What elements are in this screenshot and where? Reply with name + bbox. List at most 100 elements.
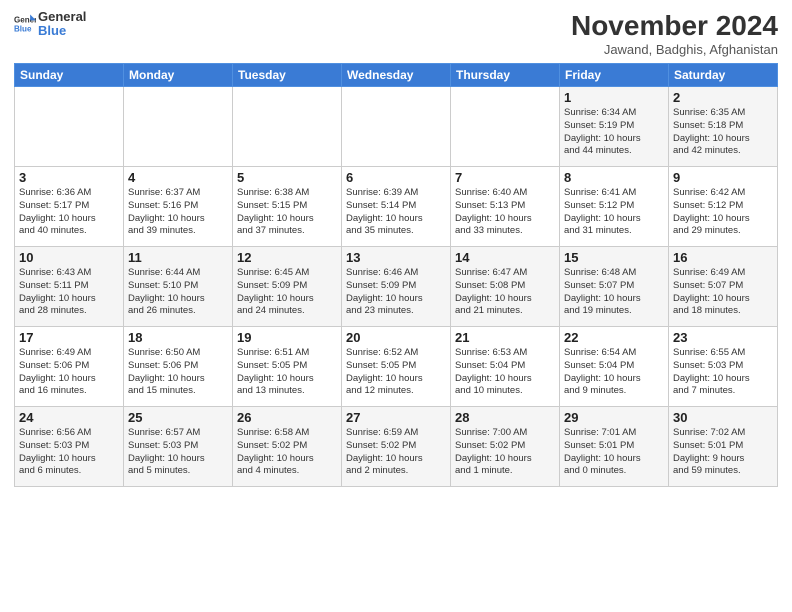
day-number: 9 <box>673 170 773 185</box>
day-number: 21 <box>455 330 555 345</box>
day-info: Sunrise: 6:57 AMSunset: 5:03 PMDaylight:… <box>128 427 228 478</box>
day-number: 5 <box>237 170 337 185</box>
day-number: 20 <box>346 330 446 345</box>
day-info: Sunrise: 6:36 AMSunset: 5:17 PMDaylight:… <box>19 187 119 238</box>
calendar-cell <box>451 87 560 167</box>
day-info: Sunrise: 7:01 AMSunset: 5:01 PMDaylight:… <box>564 427 664 478</box>
day-number: 28 <box>455 410 555 425</box>
calendar-cell: 18 Sunrise: 6:50 AMSunset: 5:06 PMDayligh… <box>124 327 233 407</box>
calendar-container: General Blue General Blue November 2024 … <box>0 0 792 495</box>
calendar-cell: 14Sunrise: 6:47 AMSunset: 5:08 PMDayligh… <box>451 247 560 327</box>
day-info: Sunrise: 6:54 AMSunset: 5:04 PMDaylight:… <box>564 347 664 398</box>
calendar-cell: 23 Sunrise: 6:55 AMSunset: 5:03 PMDayligh… <box>669 327 778 407</box>
col-wednesday: Wednesday <box>342 64 451 87</box>
calendar-cell: 1Sunrise: 6:34 AMSunset: 5:19 PMDaylight… <box>560 87 669 167</box>
day-info: Sunrise: 7:00 AMSunset: 5:02 PMDaylight:… <box>455 427 555 478</box>
calendar-cell <box>124 87 233 167</box>
calendar-cell: 22 Sunrise: 6:54 AMSunset: 5:04 PMDayligh… <box>560 327 669 407</box>
day-info: Sunrise: 6:45 AMSunset: 5:09 PMDaylight:… <box>237 267 337 318</box>
calendar-cell: 3 Sunrise: 6:36 AMSunset: 5:17 PMDaylight… <box>15 167 124 247</box>
day-number: 23 <box>673 330 773 345</box>
day-info: Sunrise: 6:53 AMSunset: 5:04 PMDaylight:… <box>455 347 555 398</box>
calendar-cell: 10 Sunrise: 6:43 AMSunset: 5:11 PMDayligh… <box>15 247 124 327</box>
day-number: 11 <box>128 250 228 265</box>
calendar-cell: 19 Sunrise: 6:51 AMSunset: 5:05 PMDayligh… <box>233 327 342 407</box>
day-info: Sunrise: 6:42 AMSunset: 5:12 PMDaylight:… <box>673 187 773 238</box>
day-number: 2 <box>673 90 773 105</box>
day-info: Sunrise: 6:59 AMSunset: 5:02 PMDaylight:… <box>346 427 446 478</box>
col-monday: Monday <box>124 64 233 87</box>
day-info: Sunrise: 6:38 AMSunset: 5:15 PMDaylight:… <box>237 187 337 238</box>
col-tuesday: Tuesday <box>233 64 342 87</box>
calendar-cell: 13 Sunrise: 6:46 AMSunset: 5:09 PMDayligh… <box>342 247 451 327</box>
day-number: 25 <box>128 410 228 425</box>
day-number: 15 <box>564 250 664 265</box>
day-info: Sunrise: 6:49 AMSunset: 5:07 PMDaylight:… <box>673 267 773 318</box>
logo-icon: General Blue <box>14 13 36 35</box>
calendar-cell: 29 Sunrise: 7:01 AMSunset: 5:01 PMDayligh… <box>560 407 669 487</box>
calendar-cell: 7 Sunrise: 6:40 AMSunset: 5:13 PMDaylight… <box>451 167 560 247</box>
day-number: 30 <box>673 410 773 425</box>
calendar-cell: 15Sunrise: 6:48 AMSunset: 5:07 PMDayligh… <box>560 247 669 327</box>
calendar-cell <box>233 87 342 167</box>
day-number: 12 <box>237 250 337 265</box>
calendar-cell: 5 Sunrise: 6:38 AMSunset: 5:15 PMDaylight… <box>233 167 342 247</box>
day-number: 16 <box>673 250 773 265</box>
logo-general-text: General <box>38 10 86 24</box>
calendar-cell: 16 Sunrise: 6:49 AMSunset: 5:07 PMDayligh… <box>669 247 778 327</box>
day-info: Sunrise: 6:41 AMSunset: 5:12 PMDaylight:… <box>564 187 664 238</box>
calendar-cell: 24Sunrise: 6:56 AMSunset: 5:03 PMDayligh… <box>15 407 124 487</box>
calendar-week-4: 17Sunrise: 6:49 AMSunset: 5:06 PMDayligh… <box>15 327 778 407</box>
location-subtitle: Jawand, Badghis, Afghanistan <box>571 42 778 57</box>
calendar-week-3: 10 Sunrise: 6:43 AMSunset: 5:11 PMDayligh… <box>15 247 778 327</box>
day-number: 8 <box>564 170 664 185</box>
day-info: Sunrise: 6:55 AMSunset: 5:03 PMDaylight:… <box>673 347 773 398</box>
col-friday: Friday <box>560 64 669 87</box>
day-number: 7 <box>455 170 555 185</box>
day-info: Sunrise: 6:50 AMSunset: 5:06 PMDaylight:… <box>128 347 228 398</box>
day-info: Sunrise: 6:52 AMSunset: 5:05 PMDaylight:… <box>346 347 446 398</box>
calendar-cell: 6Sunrise: 6:39 AMSunset: 5:14 PMDaylight… <box>342 167 451 247</box>
calendar-cell: 4 Sunrise: 6:37 AMSunset: 5:16 PMDaylight… <box>124 167 233 247</box>
day-info: Sunrise: 6:51 AMSunset: 5:05 PMDaylight:… <box>237 347 337 398</box>
day-number: 1 <box>564 90 664 105</box>
day-number: 27 <box>346 410 446 425</box>
calendar-header-row: Sunday Monday Tuesday Wednesday Thursday… <box>15 64 778 87</box>
calendar-cell: 27 Sunrise: 6:59 AMSunset: 5:02 PMDayligh… <box>342 407 451 487</box>
day-number: 13 <box>346 250 446 265</box>
calendar-cell: 17Sunrise: 6:49 AMSunset: 5:06 PMDayligh… <box>15 327 124 407</box>
day-number: 18 <box>128 330 228 345</box>
day-info: Sunrise: 6:58 AMSunset: 5:02 PMDaylight:… <box>237 427 337 478</box>
logo-blue-text: Blue <box>38 24 86 38</box>
day-info: Sunrise: 6:43 AMSunset: 5:11 PMDaylight:… <box>19 267 119 318</box>
day-info: Sunrise: 6:46 AMSunset: 5:09 PMDaylight:… <box>346 267 446 318</box>
calendar-cell: 8 Sunrise: 6:41 AMSunset: 5:12 PMDaylight… <box>560 167 669 247</box>
day-info: Sunrise: 6:40 AMSunset: 5:13 PMDaylight:… <box>455 187 555 238</box>
calendar-cell: 28 Sunrise: 7:00 AMSunset: 5:02 PMDayligh… <box>451 407 560 487</box>
calendar-cell: 9 Sunrise: 6:42 AMSunset: 5:12 PMDaylight… <box>669 167 778 247</box>
calendar-cell: 2 Sunrise: 6:35 AMSunset: 5:18 PMDaylight… <box>669 87 778 167</box>
calendar-week-2: 3 Sunrise: 6:36 AMSunset: 5:17 PMDaylight… <box>15 167 778 247</box>
day-number: 29 <box>564 410 664 425</box>
logo: General Blue General Blue <box>14 10 86 39</box>
calendar-week-1: 1Sunrise: 6:34 AMSunset: 5:19 PMDaylight… <box>15 87 778 167</box>
day-number: 22 <box>564 330 664 345</box>
day-info: Sunrise: 6:39 AMSunset: 5:14 PMDaylight:… <box>346 187 446 238</box>
day-info: Sunrise: 6:35 AMSunset: 5:18 PMDaylight:… <box>673 107 773 158</box>
calendar-table: Sunday Monday Tuesday Wednesday Thursday… <box>14 63 778 487</box>
svg-text:Blue: Blue <box>14 25 32 34</box>
day-number: 3 <box>19 170 119 185</box>
col-saturday: Saturday <box>669 64 778 87</box>
calendar-cell: 12 Sunrise: 6:45 AMSunset: 5:09 PMDayligh… <box>233 247 342 327</box>
day-number: 10 <box>19 250 119 265</box>
calendar-cell: 30Sunrise: 7:02 AMSunset: 5:01 PMDayligh… <box>669 407 778 487</box>
month-year-title: November 2024 <box>571 10 778 42</box>
calendar-cell: 26Sunrise: 6:58 AMSunset: 5:02 PMDayligh… <box>233 407 342 487</box>
day-info: Sunrise: 6:37 AMSunset: 5:16 PMDaylight:… <box>128 187 228 238</box>
title-block: November 2024 Jawand, Badghis, Afghanist… <box>571 10 778 57</box>
calendar-cell <box>342 87 451 167</box>
day-number: 19 <box>237 330 337 345</box>
day-info: Sunrise: 6:47 AMSunset: 5:08 PMDaylight:… <box>455 267 555 318</box>
day-info: Sunrise: 6:56 AMSunset: 5:03 PMDaylight:… <box>19 427 119 478</box>
day-number: 4 <box>128 170 228 185</box>
